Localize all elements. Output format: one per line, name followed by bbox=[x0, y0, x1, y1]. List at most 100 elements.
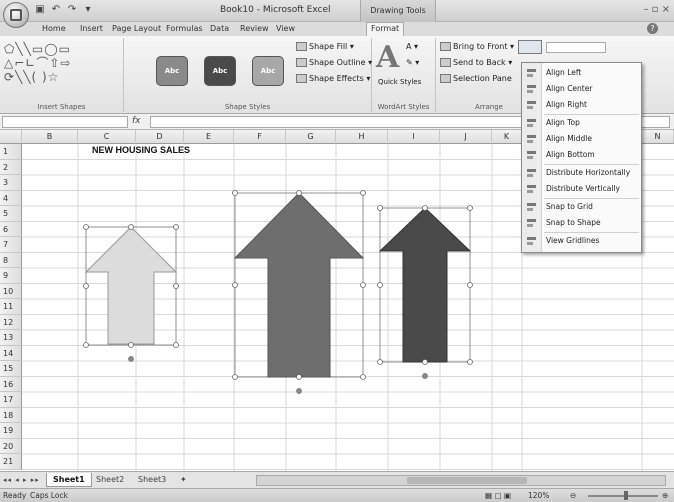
shape-style-3[interactable]: Abc bbox=[252, 56, 284, 86]
effects-icon bbox=[296, 74, 307, 83]
cell-title[interactable]: NEW HOUSING SALES bbox=[92, 145, 190, 155]
zoom-slider[interactable] bbox=[588, 495, 658, 497]
pencil-icon bbox=[296, 58, 307, 67]
qat-dropdown-icon[interactable]: ▾ bbox=[82, 4, 94, 16]
view-gridlines-icon bbox=[526, 236, 537, 246]
sheet-tab-1[interactable]: Sheet1 bbox=[46, 473, 92, 487]
shape-styles-group: Abc Abc Abc Shape Fill ▾ Shape Outline ▾… bbox=[124, 38, 372, 112]
align-dropdown-button[interactable] bbox=[518, 40, 542, 54]
bring-front-icon bbox=[440, 42, 451, 51]
status-ready: Ready bbox=[3, 491, 27, 500]
bring-to-front-button[interactable]: Bring to Front ▾ bbox=[440, 42, 514, 51]
menu-item-label: Align Top bbox=[546, 118, 580, 127]
fx-label[interactable]: fx bbox=[132, 116, 141, 126]
menu-item-align-top[interactable]: Align Top bbox=[522, 115, 641, 131]
paint-bucket-icon bbox=[296, 42, 307, 51]
align-middle-icon bbox=[526, 134, 537, 144]
shape-style-1[interactable]: Abc bbox=[156, 56, 188, 86]
menu-item-label: Distribute Horizontally bbox=[546, 168, 631, 177]
tab-data[interactable]: Data bbox=[206, 23, 233, 34]
menu-item-align-right[interactable]: Align Right bbox=[522, 97, 641, 113]
tab-review[interactable]: Review bbox=[236, 23, 273, 34]
menu-item-label: Align Left bbox=[546, 68, 582, 77]
ribbon-tabs: Home Insert Page Layout Formulas Data Re… bbox=[0, 22, 674, 36]
menu-item-label: View Gridlines bbox=[546, 236, 600, 245]
menu-item-label: Distribute Vertically bbox=[546, 184, 620, 193]
snap-to-shape-icon bbox=[526, 218, 537, 228]
insert-shapes-group: ⬠╲╲▭◯▭ △⌐∟⌒⇧⇨ ⟳╲╲( )☆ Insert Shapes bbox=[0, 38, 124, 112]
menu-item-label: Align Bottom bbox=[546, 150, 595, 159]
redo-icon[interactable]: ↷ bbox=[66, 4, 78, 16]
distribute-horizontally-icon bbox=[526, 168, 537, 178]
align-right-icon bbox=[526, 100, 537, 110]
menu-item-label: Align Right bbox=[546, 100, 587, 109]
zoom-slider-knob[interactable] bbox=[624, 491, 628, 500]
menu-item-label: Snap to Shape bbox=[546, 218, 601, 227]
quick-styles-button[interactable]: Quick Styles bbox=[378, 78, 421, 86]
wordart-styles-group: A A ▾ ✎ ▾ Quick Styles WordArt Styles bbox=[372, 38, 436, 112]
view-buttons-icon[interactable]: ▦ ▢ ▣ bbox=[485, 491, 511, 500]
title-bar: ▣ ↶ ↷ ▾ Book10 - Microsoft Excel Drawing… bbox=[0, 0, 674, 28]
align-center-icon bbox=[526, 84, 537, 94]
sheet-tab-3[interactable]: Sheet3 bbox=[132, 473, 172, 487]
menu-item-view-gridlines[interactable]: View Gridlines bbox=[522, 233, 641, 249]
zoom-out-icon[interactable]: ⊖ bbox=[570, 491, 576, 500]
tab-insert[interactable]: Insert bbox=[76, 23, 107, 34]
drawing-tools-header: Drawing Tools bbox=[360, 0, 436, 22]
window-controls[interactable]: – ▫ × bbox=[643, 4, 670, 15]
send-back-icon bbox=[440, 58, 451, 67]
menu-item-label: Align Center bbox=[546, 84, 593, 93]
menu-item-distribute-vertically[interactable]: Distribute Vertically bbox=[522, 181, 641, 197]
selection-pane-icon bbox=[440, 74, 451, 83]
name-box[interactable] bbox=[2, 116, 128, 128]
text-outline-button[interactable]: ✎ ▾ bbox=[406, 58, 419, 67]
sheet-tabs-bar: ◂◂ ◂ ▸ ▸▸ Sheet1 Sheet2 Sheet3 ✦ bbox=[0, 471, 674, 488]
horizontal-scrollbar[interactable] bbox=[256, 475, 666, 486]
sheet-nav-arrows-icon[interactable]: ◂◂ ◂ ▸ ▸▸ bbox=[3, 476, 40, 484]
align-menu: Align Left Align Center Align Right Align T… bbox=[521, 62, 642, 253]
status-caps-lock: Caps Lock bbox=[30, 491, 68, 500]
shape-style-2[interactable]: Abc bbox=[204, 56, 236, 86]
window-title: Book10 - Microsoft Excel bbox=[220, 5, 331, 15]
menu-item-label: Snap to Grid bbox=[546, 202, 593, 211]
menu-item-distribute-horizontally[interactable]: Distribute Horizontally bbox=[522, 165, 641, 181]
scroll-thumb[interactable] bbox=[407, 477, 527, 484]
height-field[interactable] bbox=[546, 42, 606, 53]
shape-styles-label: Shape Styles bbox=[224, 103, 271, 111]
menu-item-snap-to-grid[interactable]: Snap to Grid bbox=[522, 199, 641, 215]
selection-pane-button[interactable]: Selection Pane bbox=[440, 74, 512, 83]
shapes-gallery[interactable]: ⬠╲╲▭◯▭ △⌐∟⌒⇧⇨ ⟳╲╲( )☆ bbox=[4, 42, 71, 84]
shape-fill-button[interactable]: Shape Fill ▾ bbox=[296, 42, 354, 51]
zoom-level[interactable]: 120% bbox=[528, 491, 549, 500]
align-bottom-icon bbox=[526, 150, 537, 160]
menu-item-align-middle[interactable]: Align Middle bbox=[522, 131, 641, 147]
status-bar: Ready Caps Lock ▦ ▢ ▣ 120% ⊖ ⊕ bbox=[0, 488, 674, 502]
insert-sheet-icon[interactable]: ✦ bbox=[174, 473, 193, 487]
office-button[interactable] bbox=[3, 2, 29, 28]
quick-styles-a-icon[interactable]: A bbox=[376, 40, 399, 75]
text-fill-button[interactable]: A ▾ bbox=[406, 42, 418, 51]
menu-item-label: Align Middle bbox=[546, 134, 592, 143]
snap-to-grid-icon bbox=[526, 202, 537, 212]
save-icon[interactable]: ▣ bbox=[34, 4, 46, 16]
menu-item-align-left[interactable]: Align Left bbox=[522, 65, 641, 81]
send-to-back-button[interactable]: Send to Back ▾ bbox=[440, 58, 512, 67]
office-logo-icon bbox=[10, 9, 22, 21]
undo-icon[interactable]: ↶ bbox=[50, 4, 62, 16]
tab-formulas[interactable]: Formulas bbox=[162, 23, 207, 34]
tab-format[interactable]: Format bbox=[366, 22, 405, 36]
menu-item-align-bottom[interactable]: Align Bottom bbox=[522, 147, 641, 163]
zoom-in-icon[interactable]: ⊕ bbox=[662, 491, 668, 500]
help-icon[interactable]: ? bbox=[647, 23, 658, 34]
insert-shapes-label: Insert Shapes bbox=[37, 103, 86, 111]
align-left-icon bbox=[526, 68, 537, 78]
sheet-tab-2[interactable]: Sheet2 bbox=[90, 473, 130, 487]
tab-page-layout[interactable]: Page Layout bbox=[108, 23, 165, 34]
align-top-icon bbox=[526, 118, 537, 128]
tab-view[interactable]: View bbox=[272, 23, 299, 34]
shape-effects-button[interactable]: Shape Effects ▾ bbox=[296, 74, 370, 83]
shape-outline-button[interactable]: Shape Outline ▾ bbox=[296, 58, 372, 67]
menu-item-snap-to-shape[interactable]: Snap to Shape bbox=[522, 215, 641, 231]
menu-item-align-center[interactable]: Align Center bbox=[522, 81, 641, 97]
tab-home[interactable]: Home bbox=[38, 23, 70, 34]
